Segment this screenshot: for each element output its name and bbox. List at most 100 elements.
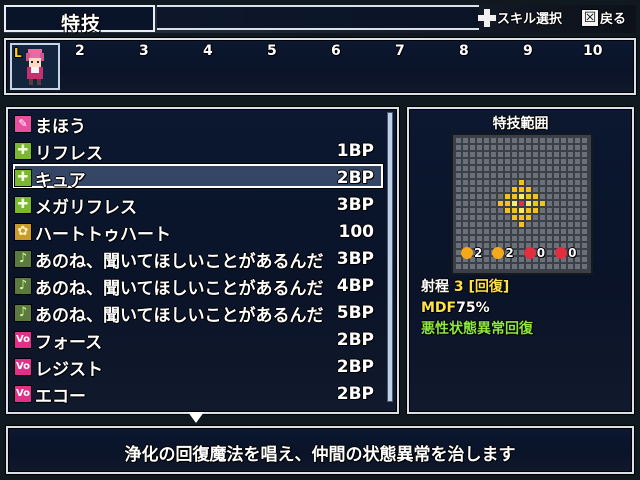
range-grid-cell	[463, 236, 468, 241]
range-grid-cell	[498, 194, 503, 199]
skill-row-magic-header[interactable]: ✎ まほう	[14, 112, 374, 137]
party-slot-2[interactable]: 2	[75, 43, 85, 59]
range-grid-cell	[582, 166, 587, 171]
range-grid-cell	[561, 208, 566, 213]
range-grid-cell	[554, 180, 559, 185]
range-grid-cell	[526, 208, 531, 213]
range-grid-cell	[463, 229, 468, 234]
range-grid-cell	[491, 236, 496, 241]
range-grid-cell	[477, 159, 482, 164]
party-slot-4[interactable]: 4	[203, 43, 213, 59]
range-grid-cell	[547, 236, 552, 241]
range-grid-cell	[540, 180, 545, 185]
range-grid-cell	[505, 229, 510, 234]
range-grid-cell	[505, 264, 510, 269]
range-grid-cell	[533, 145, 538, 150]
skill-row-echo[interactable]: Vo エコー 2BP	[14, 382, 374, 407]
range-grid-cell	[491, 194, 496, 199]
range-grid-cell	[470, 236, 475, 241]
red-up-arrow-icon	[523, 247, 536, 259]
range-grid-cell	[561, 180, 566, 185]
skill-cost: 2BP	[336, 384, 374, 404]
range-grid-cell	[526, 138, 531, 143]
range-grid-cell	[568, 208, 573, 213]
range-type: [回復]	[468, 279, 510, 295]
range-grid-cell	[575, 194, 580, 199]
range-grid-cell	[491, 201, 496, 206]
range-grid-cell	[526, 215, 531, 220]
range-grid-cell	[512, 138, 517, 143]
skill-row-listen-2[interactable]: あのね、聞いてほしいことがあるんだ 4BP	[14, 274, 374, 299]
party-slot-6[interactable]: 6	[331, 43, 341, 59]
range-grid-cell	[484, 229, 489, 234]
range-grid-cell	[547, 222, 552, 227]
scroll-down-arrow-icon	[188, 412, 204, 423]
range-grid-cell	[526, 173, 531, 178]
range-grid-cell	[477, 152, 482, 157]
range-grid-cell	[547, 194, 552, 199]
range-grid-cell	[505, 166, 510, 171]
range-grid-cell	[561, 166, 566, 171]
skill-list-scrollbar[interactable]	[383, 112, 397, 402]
skill-row-listen-3[interactable]: あのね、聞いてほしいことがあるんだ 5BP	[14, 301, 374, 326]
party-slot-10[interactable]: 10	[583, 43, 602, 59]
range-grid-cell	[568, 201, 573, 206]
range-grid-cell	[568, 173, 573, 178]
range-grid-cell	[477, 208, 482, 213]
range-grid-cell	[477, 201, 482, 206]
range-grid-cell	[512, 173, 517, 178]
party-slot-3[interactable]: 3	[139, 43, 149, 59]
skill-row-force[interactable]: Vo フォース 2BP	[14, 328, 374, 353]
x-button-icon: ☒	[581, 8, 599, 27]
range-grid-cell	[582, 173, 587, 178]
range-grid-cell	[540, 166, 545, 171]
range-grid-cell	[477, 187, 482, 192]
range-grid-cell	[512, 166, 517, 171]
range-grid-cell	[491, 208, 496, 213]
range-grid-cell	[519, 215, 524, 220]
skill-row-mega-refresh[interactable]: メガリフレス 3BP	[14, 193, 374, 218]
range-grid-cell	[526, 222, 531, 227]
party-slot-8[interactable]: 8	[459, 43, 469, 59]
range-grid-cell	[470, 201, 475, 206]
skill-cost: 5BP	[336, 303, 374, 323]
range-grid-cell	[547, 208, 552, 213]
hint-skill-label: スキル選択	[497, 12, 563, 27]
skill-row-resist[interactable]: Vo レジスト 2BP	[14, 355, 374, 380]
range-grid-cell	[540, 173, 545, 178]
range-grid-cell	[470, 194, 475, 199]
range-grid-cell	[470, 159, 475, 164]
range-stats: 2 2 0 0	[461, 246, 586, 260]
party-slot-9[interactable]: 9	[523, 43, 533, 59]
party-slot-5[interactable]: 5	[267, 43, 277, 59]
range-grid-cell	[491, 145, 496, 150]
skill-cost: 1BP	[336, 141, 374, 161]
heal-icon	[14, 142, 32, 160]
range-grid-cell	[582, 222, 587, 227]
range-grid-cell	[540, 215, 545, 220]
range-grid-cell	[575, 215, 580, 220]
range-grid-cell	[533, 152, 538, 157]
range-grid-cell	[512, 194, 517, 199]
skill-row-listen-1[interactable]: あのね、聞いてほしいことがあるんだ 3BP	[14, 247, 374, 272]
skill-row-refresh[interactable]: リフレス 1BP	[14, 139, 374, 164]
range-grid-cell	[456, 173, 461, 178]
party-slot-7[interactable]: 7	[395, 43, 405, 59]
skill-row-heart-to-heart[interactable]: ハートトゥハート 100	[14, 220, 374, 245]
scrollbar-track[interactable]	[387, 112, 393, 402]
range-grid-cell	[477, 194, 482, 199]
range-grid-cell	[568, 236, 573, 241]
range-grid-cell	[491, 180, 496, 185]
range-grid-cell	[470, 208, 475, 213]
range-grid-cell	[505, 201, 510, 206]
skill-name: ハートトゥハート	[35, 224, 171, 245]
range-grid-cell	[582, 229, 587, 234]
range-grid-cell	[456, 187, 461, 192]
skill-row-cure[interactable]: キュア 2BP	[14, 166, 374, 191]
note-icon	[14, 250, 32, 268]
range-grid-cell	[540, 145, 545, 150]
range-grid-cell	[519, 222, 524, 227]
party-slot-1[interactable]: L	[10, 43, 60, 90]
range-grid-cell	[498, 159, 503, 164]
range-grid-cell	[575, 152, 580, 157]
